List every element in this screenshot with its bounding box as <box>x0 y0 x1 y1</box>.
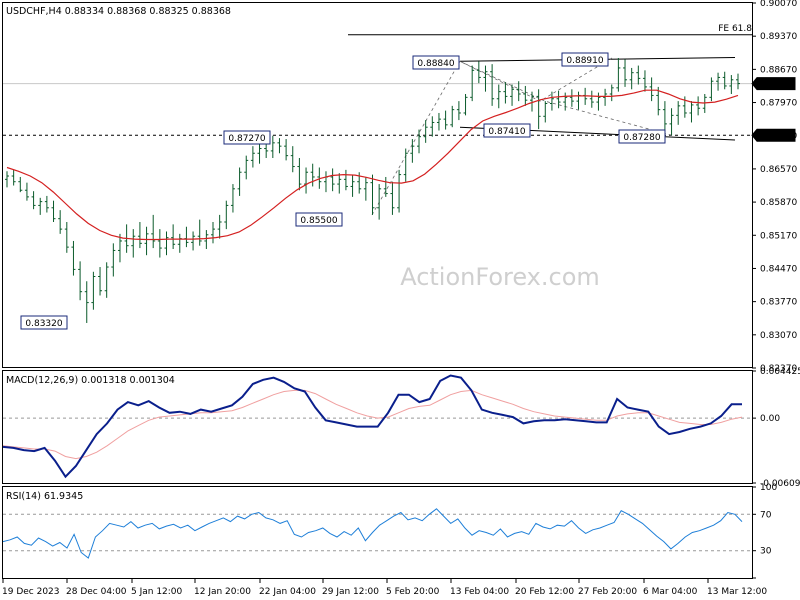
price-annotation: 0.83320 <box>20 315 68 330</box>
rsi-y-tick-label: 30 <box>760 547 772 557</box>
price-annotation: 0.87280 <box>618 129 666 144</box>
chart-background <box>0 0 800 600</box>
macd-y-tick-label: 0.00 <box>760 414 780 424</box>
rsi-title: RSI(14) 61.9345 <box>6 491 83 502</box>
x-tick-label: 19 Dec 2023 <box>2 587 60 597</box>
x-tick-label: 12 Jan 20:00 <box>194 587 251 597</box>
macd-y-tick-label: 0.004425 <box>760 367 800 377</box>
x-tick-label: 5 Feb 20:00 <box>386 587 440 597</box>
price-annotation: 0.85500 <box>295 212 343 227</box>
price-annotation-text: 0.87270 <box>228 134 265 144</box>
price-annotation-text: 0.87410 <box>488 127 525 137</box>
price-y-tick-label: 0.89370 <box>760 32 797 42</box>
x-tick-label: 13 Feb 04:00 <box>450 587 509 597</box>
price-y-tick-label: 0.84470 <box>760 264 797 274</box>
price-annotation: 0.88840 <box>412 55 460 70</box>
macd-title: MACD(12,26,9) 0.001318 0.001304 <box>6 375 175 386</box>
usdchf-chart: ActionForex.com USDCHF,H4 0.88334 0.8836… <box>0 0 800 600</box>
current-price-tag: 0.88368 <box>751 77 796 91</box>
price-annotation-text: 0.88840 <box>417 59 454 69</box>
rsi-y-tick-label: 70 <box>760 510 772 520</box>
watermark: ActionForex.com <box>400 263 600 291</box>
price-annotation: 0.87410 <box>483 123 531 138</box>
price-y-tick-label: 0.85170 <box>760 231 797 241</box>
x-tick-label: 6 Mar 04:00 <box>643 587 698 597</box>
support-price-tag-text: 0.87280 <box>758 132 795 142</box>
x-tick-label: 22 Jan 04:00 <box>259 587 316 597</box>
price-annotation-text: 0.85500 <box>300 216 337 226</box>
support-price-tag: 0.87280 <box>751 128 796 142</box>
x-tick-label: 27 Feb 20:00 <box>578 587 637 597</box>
price-y-tick-label: 0.86570 <box>760 165 797 175</box>
price-annotation-text: 0.83320 <box>25 319 62 329</box>
price-y-tick-label: 0.87970 <box>760 99 797 109</box>
price-y-tick-label: 0.90070 <box>760 0 797 9</box>
x-tick-label: 5 Jan 12:00 <box>131 587 183 597</box>
price-annotation-text: 0.87280 <box>623 133 660 143</box>
price-y-tick-label: 0.83770 <box>760 298 797 308</box>
x-tick-label: 29 Jan 12:00 <box>322 587 379 597</box>
fe-61-8-label: FE 61.8 <box>718 24 752 34</box>
symbol-header: USDCHF,H4 0.88334 0.88368 0.88325 0.8836… <box>6 6 231 17</box>
price-y-tick-label: 0.88670 <box>760 65 797 75</box>
x-tick-label: 20 Feb 12:00 <box>515 587 574 597</box>
price-y-tick-label: 0.83070 <box>760 331 797 341</box>
current-price-tag-text: 0.88368 <box>758 80 795 90</box>
price-annotation: 0.88910 <box>561 52 609 67</box>
price-annotation-text: 0.88910 <box>566 56 603 66</box>
rsi-y-tick-label: 100 <box>760 483 777 493</box>
x-tick-label: 13 Mar 12:00 <box>707 587 767 597</box>
x-tick-label: 28 Dec 04:00 <box>66 587 127 597</box>
price-annotation: 0.87270 <box>223 130 271 145</box>
price-y-tick-label: 0.85870 <box>760 198 797 208</box>
